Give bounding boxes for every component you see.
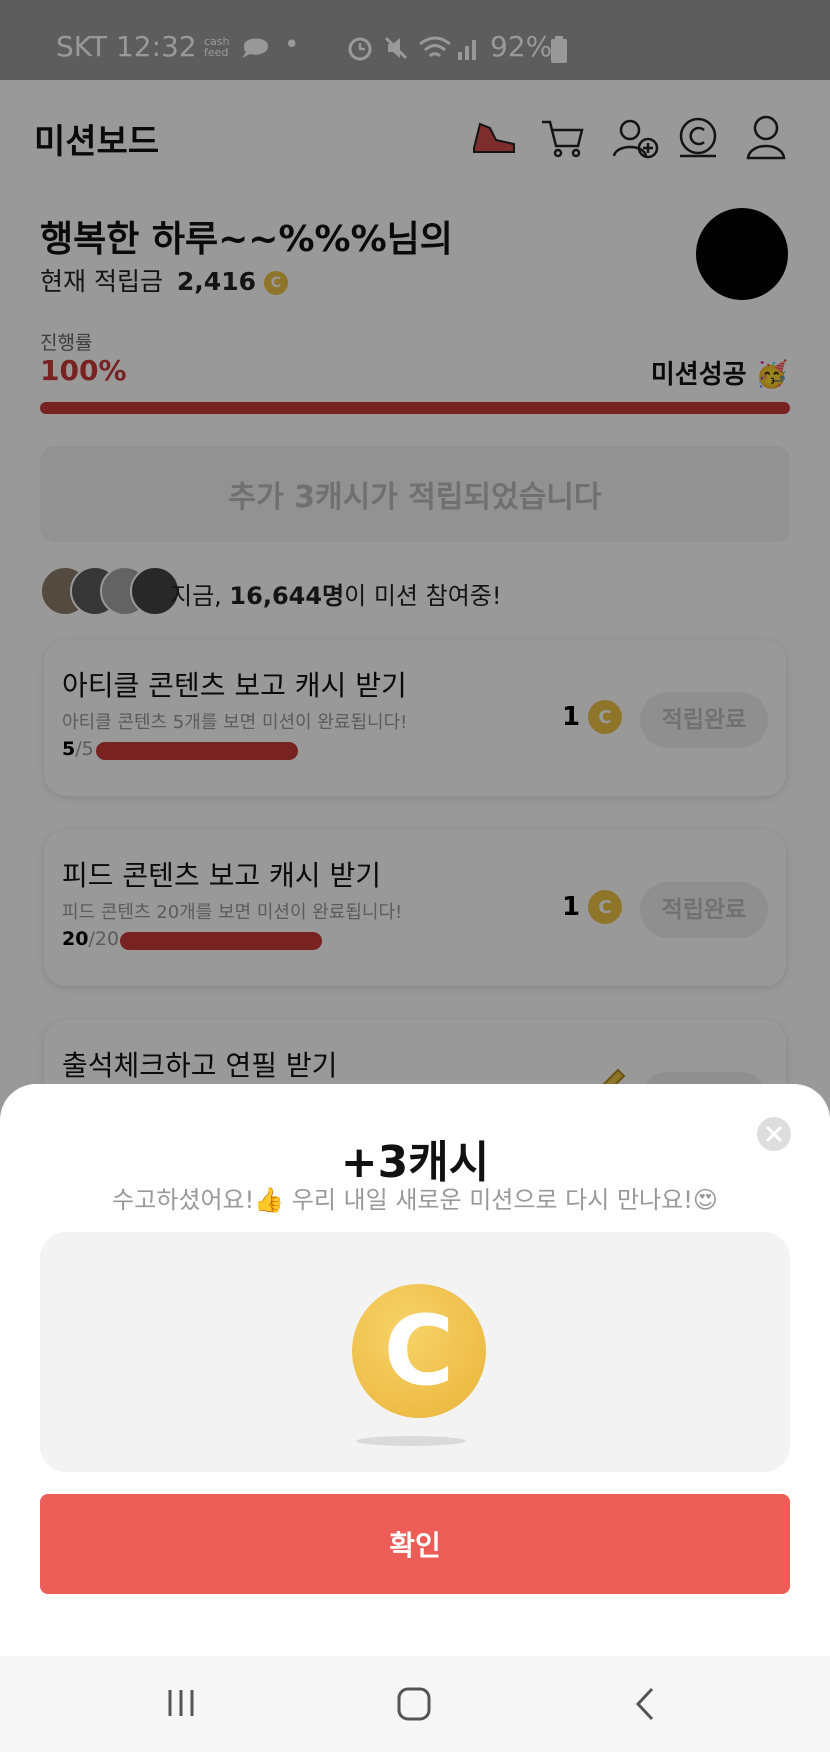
recents-icon[interactable] — [164, 1686, 198, 1720]
system-nav-bar — [0, 1656, 830, 1752]
reward-illustration-box: C — [40, 1232, 790, 1472]
coin-letter: C — [383, 1295, 455, 1407]
back-icon[interactable] — [632, 1686, 660, 1722]
modal-subtitle: 수고하셨어요!👍 우리 내일 새로운 미션으로 다시 만나요!😍 — [112, 1186, 718, 1214]
confirm-button[interactable]: 확인 — [40, 1494, 790, 1594]
home-icon[interactable] — [396, 1686, 432, 1722]
reward-modal: +3캐시 수고하셨어요!👍 우리 내일 새로운 미션으로 다시 만나요!😍 C … — [0, 1084, 830, 1656]
coin-shadow — [356, 1436, 466, 1446]
big-coin-icon: C — [352, 1284, 486, 1418]
